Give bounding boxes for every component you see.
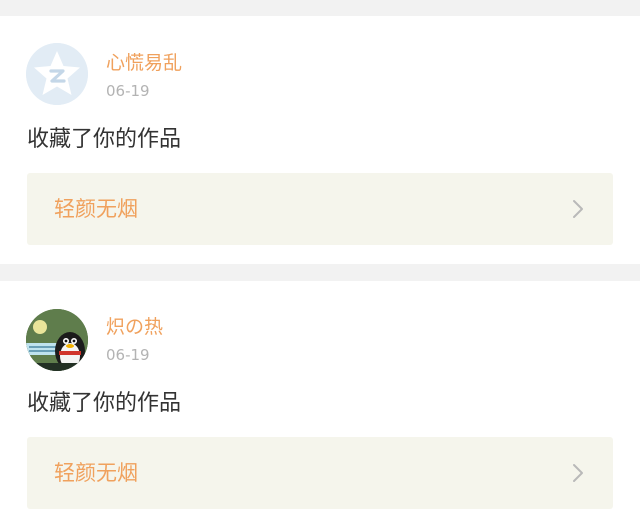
timestamp: 06-19	[106, 82, 150, 100]
work-title: 轻颜无烟	[54, 197, 138, 221]
qzone-star-icon	[26, 43, 88, 105]
work-title: 轻颜无烟	[54, 461, 138, 485]
penguin-avatar-icon	[26, 309, 88, 371]
avatar[interactable]	[26, 309, 88, 371]
work-link-button[interactable]: 轻颜无烟	[27, 173, 613, 245]
username-link[interactable]: 炽の热	[106, 315, 163, 339]
chevron-right-icon	[573, 464, 583, 482]
username-link[interactable]: 心慌易乱	[106, 51, 182, 75]
activity-text: 收藏了你的作品	[27, 127, 182, 152]
timestamp: 06-19	[106, 346, 150, 364]
avatar[interactable]	[26, 43, 88, 105]
work-link-button[interactable]: 轻颜无烟	[27, 437, 613, 509]
activity-feed: 心慌易乱 06-19 收藏了你的作品 轻颜无烟 炽の热 06-19 收藏了你的作…	[0, 0, 640, 513]
activity-card: 心慌易乱 06-19 收藏了你的作品 轻颜无烟	[0, 16, 640, 264]
activity-text: 收藏了你的作品	[27, 391, 182, 416]
chevron-right-icon	[573, 200, 583, 218]
activity-card: 炽の热 06-19 收藏了你的作品 轻颜无烟	[0, 281, 640, 513]
